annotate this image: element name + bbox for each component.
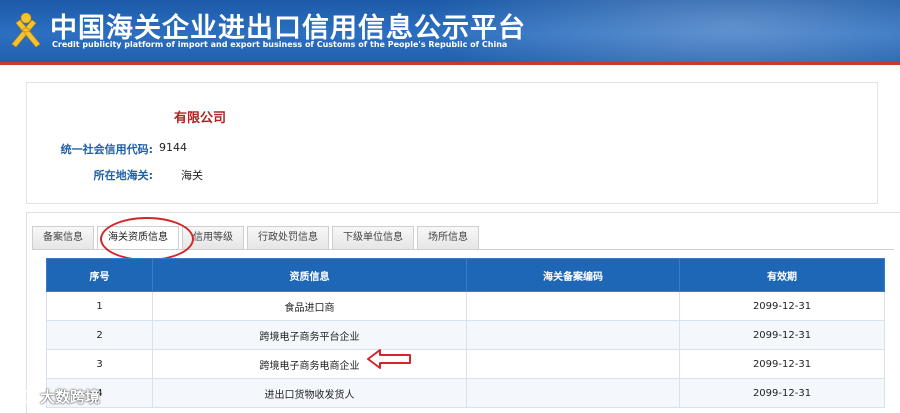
tab-subordinate-units[interactable]: 下级单位信息 xyxy=(332,226,414,249)
cell-customs-code xyxy=(466,320,680,350)
watermark-logo-icon xyxy=(10,389,33,405)
cell-qualification: 跨境电子商务平台企业 xyxy=(152,320,467,350)
cell-validity: 2099-12-31 xyxy=(679,291,885,321)
table-row: 3 跨境电子商务电商企业 2099-12-31 xyxy=(46,349,885,379)
cell-validity: 2099-12-31 xyxy=(679,320,885,350)
cell-index: 2 xyxy=(46,320,153,350)
watermark-text: 大数跨境 xyxy=(40,387,101,406)
column-header-customs-code: 海关备案编码 xyxy=(466,258,680,292)
cell-index: 3 xyxy=(46,349,153,379)
annotation-arrow-icon xyxy=(367,349,411,369)
column-header-qualification: 资质信息 xyxy=(152,258,467,292)
tab-filing-info[interactable]: 备案信息 xyxy=(32,226,94,249)
cell-index: 1 xyxy=(46,291,153,321)
tab-site-info[interactable]: 场所信息 xyxy=(417,226,479,249)
company-name: 有限公司 xyxy=(174,111,227,126)
cell-validity: 2099-12-31 xyxy=(679,349,885,379)
header-banner: 中国海关企业进出口信用信息公示平台 Credit publicity platf… xyxy=(0,0,900,65)
cell-qualification: 跨境电子商务电商企业 xyxy=(152,349,467,379)
annotation-circle xyxy=(100,217,194,261)
customs-label: 所在地海关: xyxy=(93,169,153,182)
cell-validity: 2099-12-31 xyxy=(679,378,885,408)
site-subtitle: Credit publicity platform of import and … xyxy=(52,40,508,49)
company-info-panel: 有限公司 统一社会信用代码: 9144 所在地海关: 海关 xyxy=(26,82,878,204)
table-row: 1 食品进口商 2099-12-31 xyxy=(46,291,885,321)
cell-customs-code xyxy=(466,291,680,321)
table-header-row: 序号 资质信息 海关备案编码 有效期 xyxy=(46,258,885,292)
column-header-validity: 有效期 xyxy=(679,258,885,292)
cell-qualification: 进出口货物收发货人 xyxy=(152,378,467,408)
watermark: 大数跨境 xyxy=(8,384,100,408)
column-header-index: 序号 xyxy=(46,258,153,292)
table-row: 4 进出口货物收发货人 2099-12-31 xyxy=(46,378,885,408)
table-row: 2 跨境电子商务平台企业 2099-12-31 xyxy=(46,320,885,350)
qualification-table: 序号 资质信息 海关备案编码 有效期 1 食品进口商 2099-12-31 2 … xyxy=(46,258,885,408)
tab-administrative-penalty[interactable]: 行政处罚信息 xyxy=(247,226,329,249)
customs-value: 海关 xyxy=(181,169,203,182)
credit-code-label: 统一社会信用代码: xyxy=(60,143,153,156)
cell-qualification: 食品进口商 xyxy=(152,291,467,321)
cell-customs-code xyxy=(466,378,680,408)
credit-code-value: 9144 xyxy=(159,141,187,154)
customs-emblem-icon xyxy=(11,12,41,48)
cell-customs-code xyxy=(466,349,680,379)
